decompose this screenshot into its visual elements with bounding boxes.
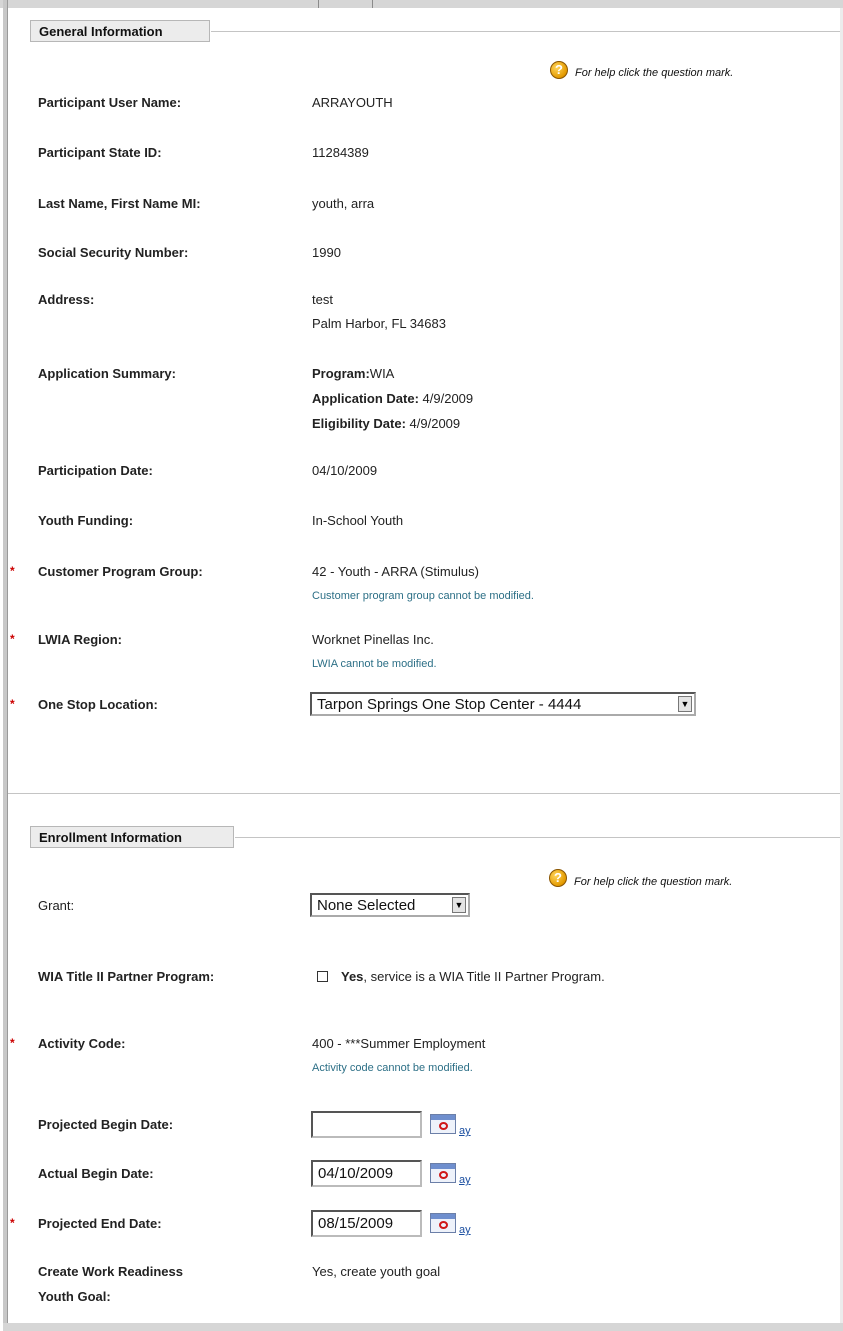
question-mark-icon[interactable]: ?: [550, 61, 568, 79]
actual-begin-date-input[interactable]: 04/10/2009: [311, 1160, 422, 1187]
required-marker: *: [10, 697, 15, 711]
activity-code-note: Activity code cannot be modified.: [312, 1062, 473, 1074]
ssn-label: Social Security Number:: [38, 245, 189, 260]
participant-state-id-value: 11284389: [312, 145, 369, 160]
section-divider: [211, 31, 840, 32]
application-date-value: 4/9/2009: [422, 391, 474, 406]
application-date-line: Application Date: 4/9/2009: [312, 391, 473, 406]
participant-user-name-label: Participant User Name:: [38, 95, 182, 110]
activity-code-value: 400 - ***Summer Employment: [312, 1036, 486, 1051]
wia-partner-checkbox-text: Yes, service is a WIA Title II Partner P…: [341, 969, 605, 984]
activity-code-label: Activity Code:: [38, 1036, 126, 1051]
section-divider: [235, 837, 840, 838]
projected-end-date-label: Projected End Date:: [38, 1216, 162, 1231]
application-summary-label: Application Summary:: [38, 366, 176, 381]
program-label: Program:: [312, 366, 370, 381]
actual-begin-date-label: Actual Begin Date:: [38, 1166, 154, 1181]
lwia-note: LWIA cannot be modified.: [312, 658, 437, 670]
top-frame-bar: [0, 0, 843, 8]
participant-user-name-value: ARRAYOUTH: [312, 95, 393, 110]
required-marker: *: [10, 632, 15, 646]
required-marker: *: [10, 1036, 15, 1050]
ssn-value: 1990: [312, 245, 341, 260]
participation-date-value: 04/10/2009: [312, 463, 378, 478]
grant-selected: None Selected: [317, 897, 416, 914]
one-stop-location-select[interactable]: Tarpon Springs One Stop Center - 4444 ▼: [310, 692, 696, 716]
customer-program-group-value: 42 - Youth - ARRA (Stimulus): [312, 564, 479, 579]
section-separator: [8, 793, 840, 794]
address-line1: test: [312, 292, 333, 307]
lwia-region-value: Worknet Pinellas Inc.: [312, 632, 434, 647]
program-line: Program:WIA: [312, 366, 394, 381]
eligibility-date-line: Eligibility Date: 4/9/2009: [312, 416, 460, 431]
youth-funding-label: Youth Funding:: [38, 513, 134, 528]
wia-partner-checkbox[interactable]: [317, 971, 328, 982]
eligibility-date-label: Eligibility Date:: [312, 416, 406, 431]
chevron-down-icon[interactable]: ▼: [678, 696, 692, 712]
participant-state-id-label: Participant State ID:: [38, 145, 162, 160]
help-hint: For help click the question mark.: [574, 876, 733, 888]
required-marker: *: [10, 1216, 15, 1230]
calendar-icon[interactable]: [430, 1114, 456, 1134]
address-label: Address:: [38, 292, 95, 307]
general-information-header: General Information: [30, 20, 210, 42]
question-mark-icon[interactable]: ?: [549, 869, 567, 887]
address-line2: Palm Harbor, FL 34683: [312, 316, 446, 331]
application-date-label: Application Date:: [312, 391, 419, 406]
wia-partner-yes: Yes: [341, 969, 364, 984]
work-readiness-label-line1: Create Work Readiness: [38, 1264, 183, 1279]
eligibility-date-value: 4/9/2009: [409, 416, 461, 431]
projected-end-date-input[interactable]: 08/15/2009: [311, 1210, 422, 1237]
chevron-down-icon[interactable]: ▼: [452, 897, 466, 913]
grant-label: Grant:: [38, 898, 75, 913]
left-frame-edge: [7, 0, 8, 1323]
calendar-icon[interactable]: [430, 1163, 456, 1183]
bottom-frame-bar: [3, 1323, 843, 1331]
wia-partner-program-label: WIA Title II Partner Program:: [38, 969, 215, 984]
projected-begin-day-link[interactable]: ay: [459, 1125, 471, 1137]
wia-partner-description: , service is a WIA Title II Partner Prog…: [363, 969, 605, 984]
grant-select[interactable]: None Selected ▼: [310, 893, 470, 917]
participant-name-label: Last Name, First Name MI:: [38, 196, 201, 211]
lwia-region-label: LWIA Region:: [38, 632, 123, 647]
one-stop-location-selected: Tarpon Springs One Stop Center - 4444: [317, 696, 582, 713]
frame-divider: [372, 0, 373, 8]
customer-program-group-label: Customer Program Group:: [38, 564, 203, 579]
help-hint: For help click the question mark.: [575, 67, 734, 79]
one-stop-location-label: One Stop Location:: [38, 697, 158, 712]
projected-end-day-link[interactable]: ay: [459, 1224, 471, 1236]
projected-begin-date-label: Projected Begin Date:: [38, 1117, 174, 1132]
projected-begin-date-input[interactable]: [311, 1111, 422, 1138]
frame-divider: [318, 0, 319, 8]
calendar-icon[interactable]: [430, 1213, 456, 1233]
work-readiness-label-line2: Youth Goal:: [38, 1289, 111, 1304]
program-value: WIA: [369, 366, 395, 381]
work-readiness-value: Yes, create youth goal: [312, 1264, 441, 1279]
required-marker: *: [10, 564, 15, 578]
participation-date-label: Participation Date:: [38, 463, 153, 478]
participant-name-value: youth, arra: [312, 196, 375, 211]
actual-begin-day-link[interactable]: ay: [459, 1174, 471, 1186]
program-group-note: Customer program group cannot be modifie…: [312, 590, 534, 602]
enrollment-information-header: Enrollment Information: [30, 826, 234, 848]
youth-funding-value: In-School Youth: [312, 513, 404, 528]
